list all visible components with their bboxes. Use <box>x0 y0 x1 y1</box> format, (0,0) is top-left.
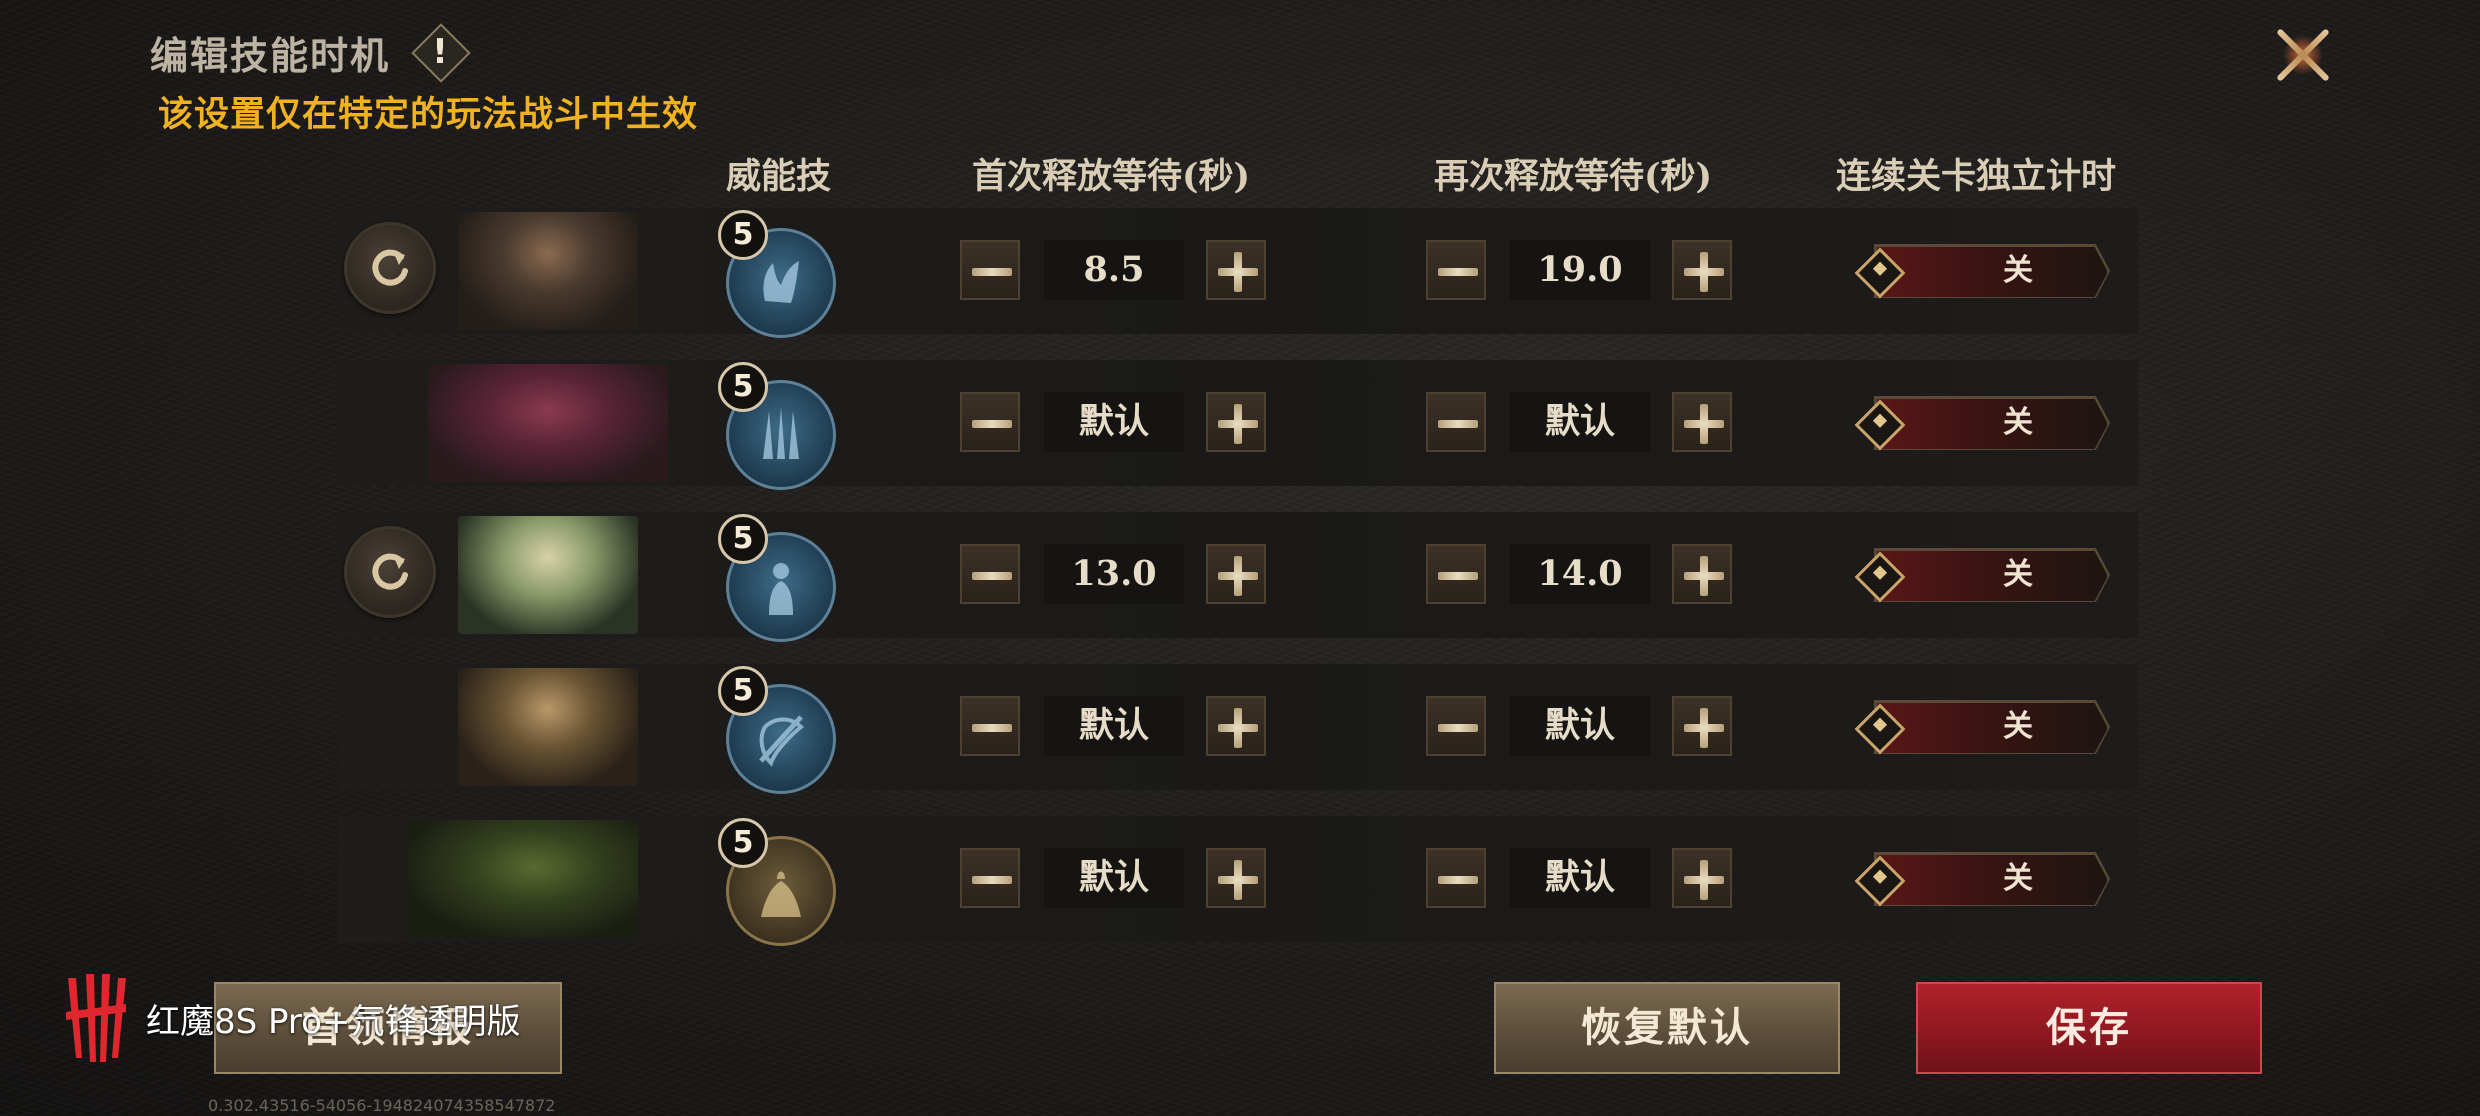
header-skill: 威能技 <box>726 156 832 197</box>
header-independent-timer: 连续关卡独立计时 <box>1836 156 2117 197</box>
independent-timer-toggle[interactable]: 关 <box>1854 700 2110 755</box>
first-wait-minus-button[interactable] <box>960 848 1020 908</box>
skill-level-badge: 5 <box>718 818 768 868</box>
warning-icon[interactable]: ! <box>411 23 471 83</box>
repeat-wait-value: 19.0 <box>1510 240 1650 300</box>
first-wait-plus-button[interactable] <box>1206 240 1266 300</box>
settings-notice: 该设置仅在特定的玩法战斗中生效 <box>158 94 699 135</box>
watermark-text: 红魔8S Pro+氘锋透明版 <box>146 1001 521 1042</box>
independent-timer-toggle[interactable]: 关 <box>1854 244 2110 299</box>
hero-portrait <box>458 516 638 634</box>
repeat-wait-plus-button[interactable] <box>1672 544 1732 604</box>
first-wait-minus-button[interactable] <box>960 240 1020 300</box>
header-first-wait: 首次释放等待(秒) <box>972 156 1251 197</box>
repeat-wait-minus-button[interactable] <box>1426 240 1486 300</box>
repeat-wait-plus-button[interactable] <box>1672 392 1732 452</box>
first-wait-value: 默认 <box>1044 392 1184 452</box>
reset-icon[interactable] <box>344 526 436 618</box>
first-wait-plus-button[interactable] <box>1206 696 1266 756</box>
repeat-wait-value: 默认 <box>1510 696 1650 756</box>
skill-level-badge: 5 <box>718 362 768 412</box>
save-button[interactable]: 保存 <box>1916 982 2262 1074</box>
skill-level-badge: 5 <box>718 210 768 260</box>
first-wait-value: 默认 <box>1044 848 1184 908</box>
repeat-wait-value: 默认 <box>1510 848 1650 908</box>
device-watermark: 红魔8S Pro+氘锋透明版 <box>62 968 520 1068</box>
skill-level-badge: 5 <box>718 514 768 564</box>
first-wait-minus-button[interactable] <box>960 392 1020 452</box>
first-wait-minus-button[interactable] <box>960 544 1020 604</box>
first-wait-minus-button[interactable] <box>960 696 1020 756</box>
table-row: 5 默认 默认 关 <box>338 816 2138 946</box>
hero-portrait <box>408 820 638 938</box>
version-label: 0.302.43516-54056-19482407435854787​2 <box>208 1096 556 1115</box>
repeat-wait-plus-button[interactable] <box>1672 240 1732 300</box>
independent-timer-toggle[interactable]: 关 <box>1854 548 2110 603</box>
repeat-wait-plus-button[interactable] <box>1672 696 1732 756</box>
independent-timer-toggle[interactable]: 关 <box>1854 396 2110 451</box>
hero-portrait <box>458 212 638 330</box>
repeat-wait-minus-button[interactable] <box>1426 848 1486 908</box>
repeat-wait-plus-button[interactable] <box>1672 848 1732 908</box>
first-wait-plus-button[interactable] <box>1206 848 1266 908</box>
page-title: 编辑技能时机 <box>150 32 391 78</box>
repeat-wait-value: 默认 <box>1510 392 1650 452</box>
title-bar: 编辑技能时机 ! <box>150 22 471 83</box>
first-wait-plus-button[interactable] <box>1206 544 1266 604</box>
first-wait-plus-button[interactable] <box>1206 392 1266 452</box>
table-row: 5 默认 默认 关 <box>338 664 2138 794</box>
table-row: 5 8.5 19.0 关 <box>338 208 2138 338</box>
repeat-wait-minus-button[interactable] <box>1426 544 1486 604</box>
table-row: 5 默认 默认 关 <box>338 360 2138 490</box>
red-magic-logo-icon <box>66 974 126 1062</box>
hero-portrait <box>458 668 638 786</box>
independent-timer-toggle[interactable]: 关 <box>1854 852 2110 907</box>
first-wait-value: 默认 <box>1044 696 1184 756</box>
repeat-wait-minus-button[interactable] <box>1426 696 1486 756</box>
close-icon[interactable] <box>2268 20 2338 90</box>
repeat-wait-value: 14.0 <box>1510 544 1650 604</box>
first-wait-value: 8.5 <box>1044 240 1184 300</box>
restore-default-button[interactable]: 恢复默认 <box>1494 982 1840 1074</box>
repeat-wait-minus-button[interactable] <box>1426 392 1486 452</box>
first-wait-value: 13.0 <box>1044 544 1184 604</box>
header-repeat-wait: 再次释放等待(秒) <box>1434 156 1713 197</box>
skill-level-badge: 5 <box>718 666 768 716</box>
hero-portrait <box>428 364 668 482</box>
table-row: 5 13.0 14.0 关 <box>338 512 2138 642</box>
reset-icon[interactable] <box>344 222 436 314</box>
